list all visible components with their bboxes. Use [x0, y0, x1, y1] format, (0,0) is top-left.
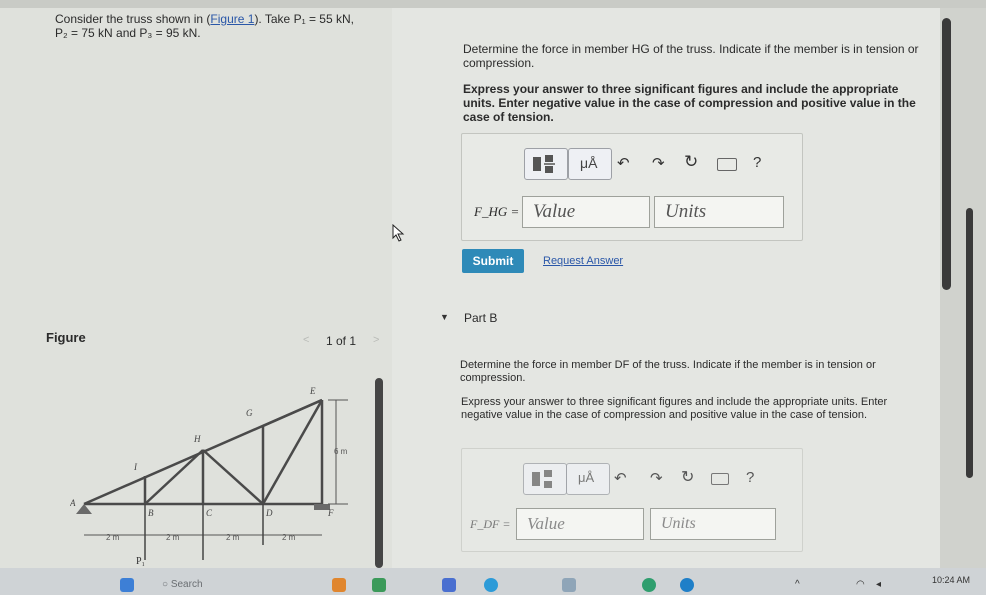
help-button[interactable]: ? — [753, 154, 761, 171]
app-icon-4[interactable] — [642, 578, 656, 592]
mouse-cursor-icon — [392, 224, 405, 242]
problem-intro: Consider the truss shown in ( — [55, 12, 211, 26]
mu-angstrom-icon: μÅ — [580, 155, 598, 171]
node-f-label: F — [327, 508, 334, 518]
keyboard-icon-b[interactable] — [711, 473, 729, 485]
units-symbols-button[interactable]: μÅ — [568, 148, 612, 180]
app-icon-2[interactable] — [442, 578, 456, 592]
reset-icon-b[interactable]: ↻ — [681, 467, 694, 487]
redo-icon-b[interactable]: ↷ — [650, 469, 663, 487]
wifi-icon[interactable]: ◠ — [856, 579, 865, 590]
part-b-title[interactable]: Part B — [464, 311, 497, 325]
right-panel-scrollbar[interactable] — [942, 18, 951, 290]
f-hg-units-input[interactable]: Units — [654, 196, 784, 228]
node-b-label: B — [148, 508, 154, 518]
volume-icon[interactable]: ◂ — [876, 579, 881, 590]
truss-figure: A B C D E F G H I 2 m 2 m 2 m 2 m 6 m P₁ — [70, 386, 348, 567]
truss-members — [83, 398, 324, 506]
figure-scrollbar[interactable] — [375, 378, 383, 568]
taskbar-clock[interactable]: 10:24 AM — [932, 575, 970, 585]
problem-intro-end: ). Take P₁ = 55 kN, — [254, 12, 354, 26]
f-df-units-input[interactable]: Units — [650, 508, 776, 540]
pin-support-a — [76, 504, 92, 514]
f-hg-value-input[interactable]: Value — [522, 196, 650, 228]
part-b-prompt: Determine the force in member DF of the … — [460, 359, 876, 384]
chevron-up-icon[interactable]: ^ — [795, 579, 800, 590]
fraction-template-icon — [533, 155, 555, 173]
node-a-label: A — [70, 498, 76, 508]
undo-icon-b[interactable]: ↶ — [614, 469, 627, 487]
app-icon-5[interactable] — [680, 578, 694, 592]
dim-label-4: 2 m — [282, 533, 296, 542]
figure-pager: 1 of 1 — [326, 334, 357, 348]
taskbar-search[interactable]: ○ Search — [162, 579, 203, 590]
node-d-label: D — [265, 508, 273, 518]
node-i-label: I — [133, 462, 138, 472]
part-a-prompt: Determine the force in member HG of the … — [463, 42, 919, 70]
taskbar-search-label: Search — [170, 579, 203, 590]
help-button-b[interactable]: ? — [746, 469, 754, 486]
dim-label-3: 2 m — [226, 533, 240, 542]
f-df-value-input[interactable]: Value — [516, 508, 644, 540]
search-icon: ○ — [162, 579, 169, 590]
undo-icon[interactable]: ↶ — [617, 154, 630, 172]
submit-button[interactable]: Submit — [462, 249, 524, 273]
part-a-instructions: Express your answer to three significant… — [463, 82, 916, 124]
figure-label: Figure — [46, 330, 86, 345]
figure-next-button[interactable]: > — [373, 334, 379, 346]
problem-loads: P₂ = 75 kN and P₃ = 95 kN. — [55, 26, 201, 40]
height-label: 6 m — [334, 447, 348, 456]
node-e-label: E — [309, 386, 316, 396]
file-explorer-icon[interactable] — [332, 578, 346, 592]
problem-statement: Consider the truss shown in (Figure 1). … — [55, 12, 385, 40]
page-scrollbar[interactable] — [966, 208, 973, 478]
load-p1-label: P₁ — [136, 556, 145, 567]
app-icon-3[interactable] — [562, 578, 576, 592]
fraction-template-icon — [532, 470, 552, 488]
windows-start-icon[interactable] — [120, 578, 134, 592]
edge-browser-icon[interactable] — [484, 578, 498, 592]
part-b-collapse-icon[interactable]: ▼ — [440, 312, 449, 322]
redo-icon[interactable]: ↷ — [652, 154, 665, 172]
f-hg-label: F_HG = — [474, 204, 520, 219]
node-h-label: H — [193, 434, 201, 444]
dim-label-2: 2 m — [166, 533, 180, 542]
request-answer-link[interactable]: Request Answer — [543, 255, 623, 267]
templates-button-b[interactable] — [523, 463, 567, 495]
figure-1-link[interactable]: Figure 1 — [210, 12, 254, 26]
reset-icon[interactable]: ↻ — [684, 152, 698, 172]
keyboard-icon[interactable] — [717, 158, 737, 171]
node-g-label: G — [246, 408, 253, 418]
units-symbols-button-b[interactable]: μÅ — [566, 463, 610, 495]
app-icon-1[interactable] — [372, 578, 386, 592]
figure-prev-button[interactable]: < — [303, 334, 309, 346]
mu-angstrom-icon: μÅ — [578, 470, 595, 485]
dim-label-1: 2 m — [106, 533, 120, 542]
templates-button[interactable] — [524, 148, 568, 180]
f-df-label: F_DF = — [470, 517, 511, 531]
part-b-instructions: Express your answer to three significant… — [461, 396, 888, 421]
node-c-label: C — [206, 508, 213, 518]
browser-top-strip — [0, 0, 986, 8]
